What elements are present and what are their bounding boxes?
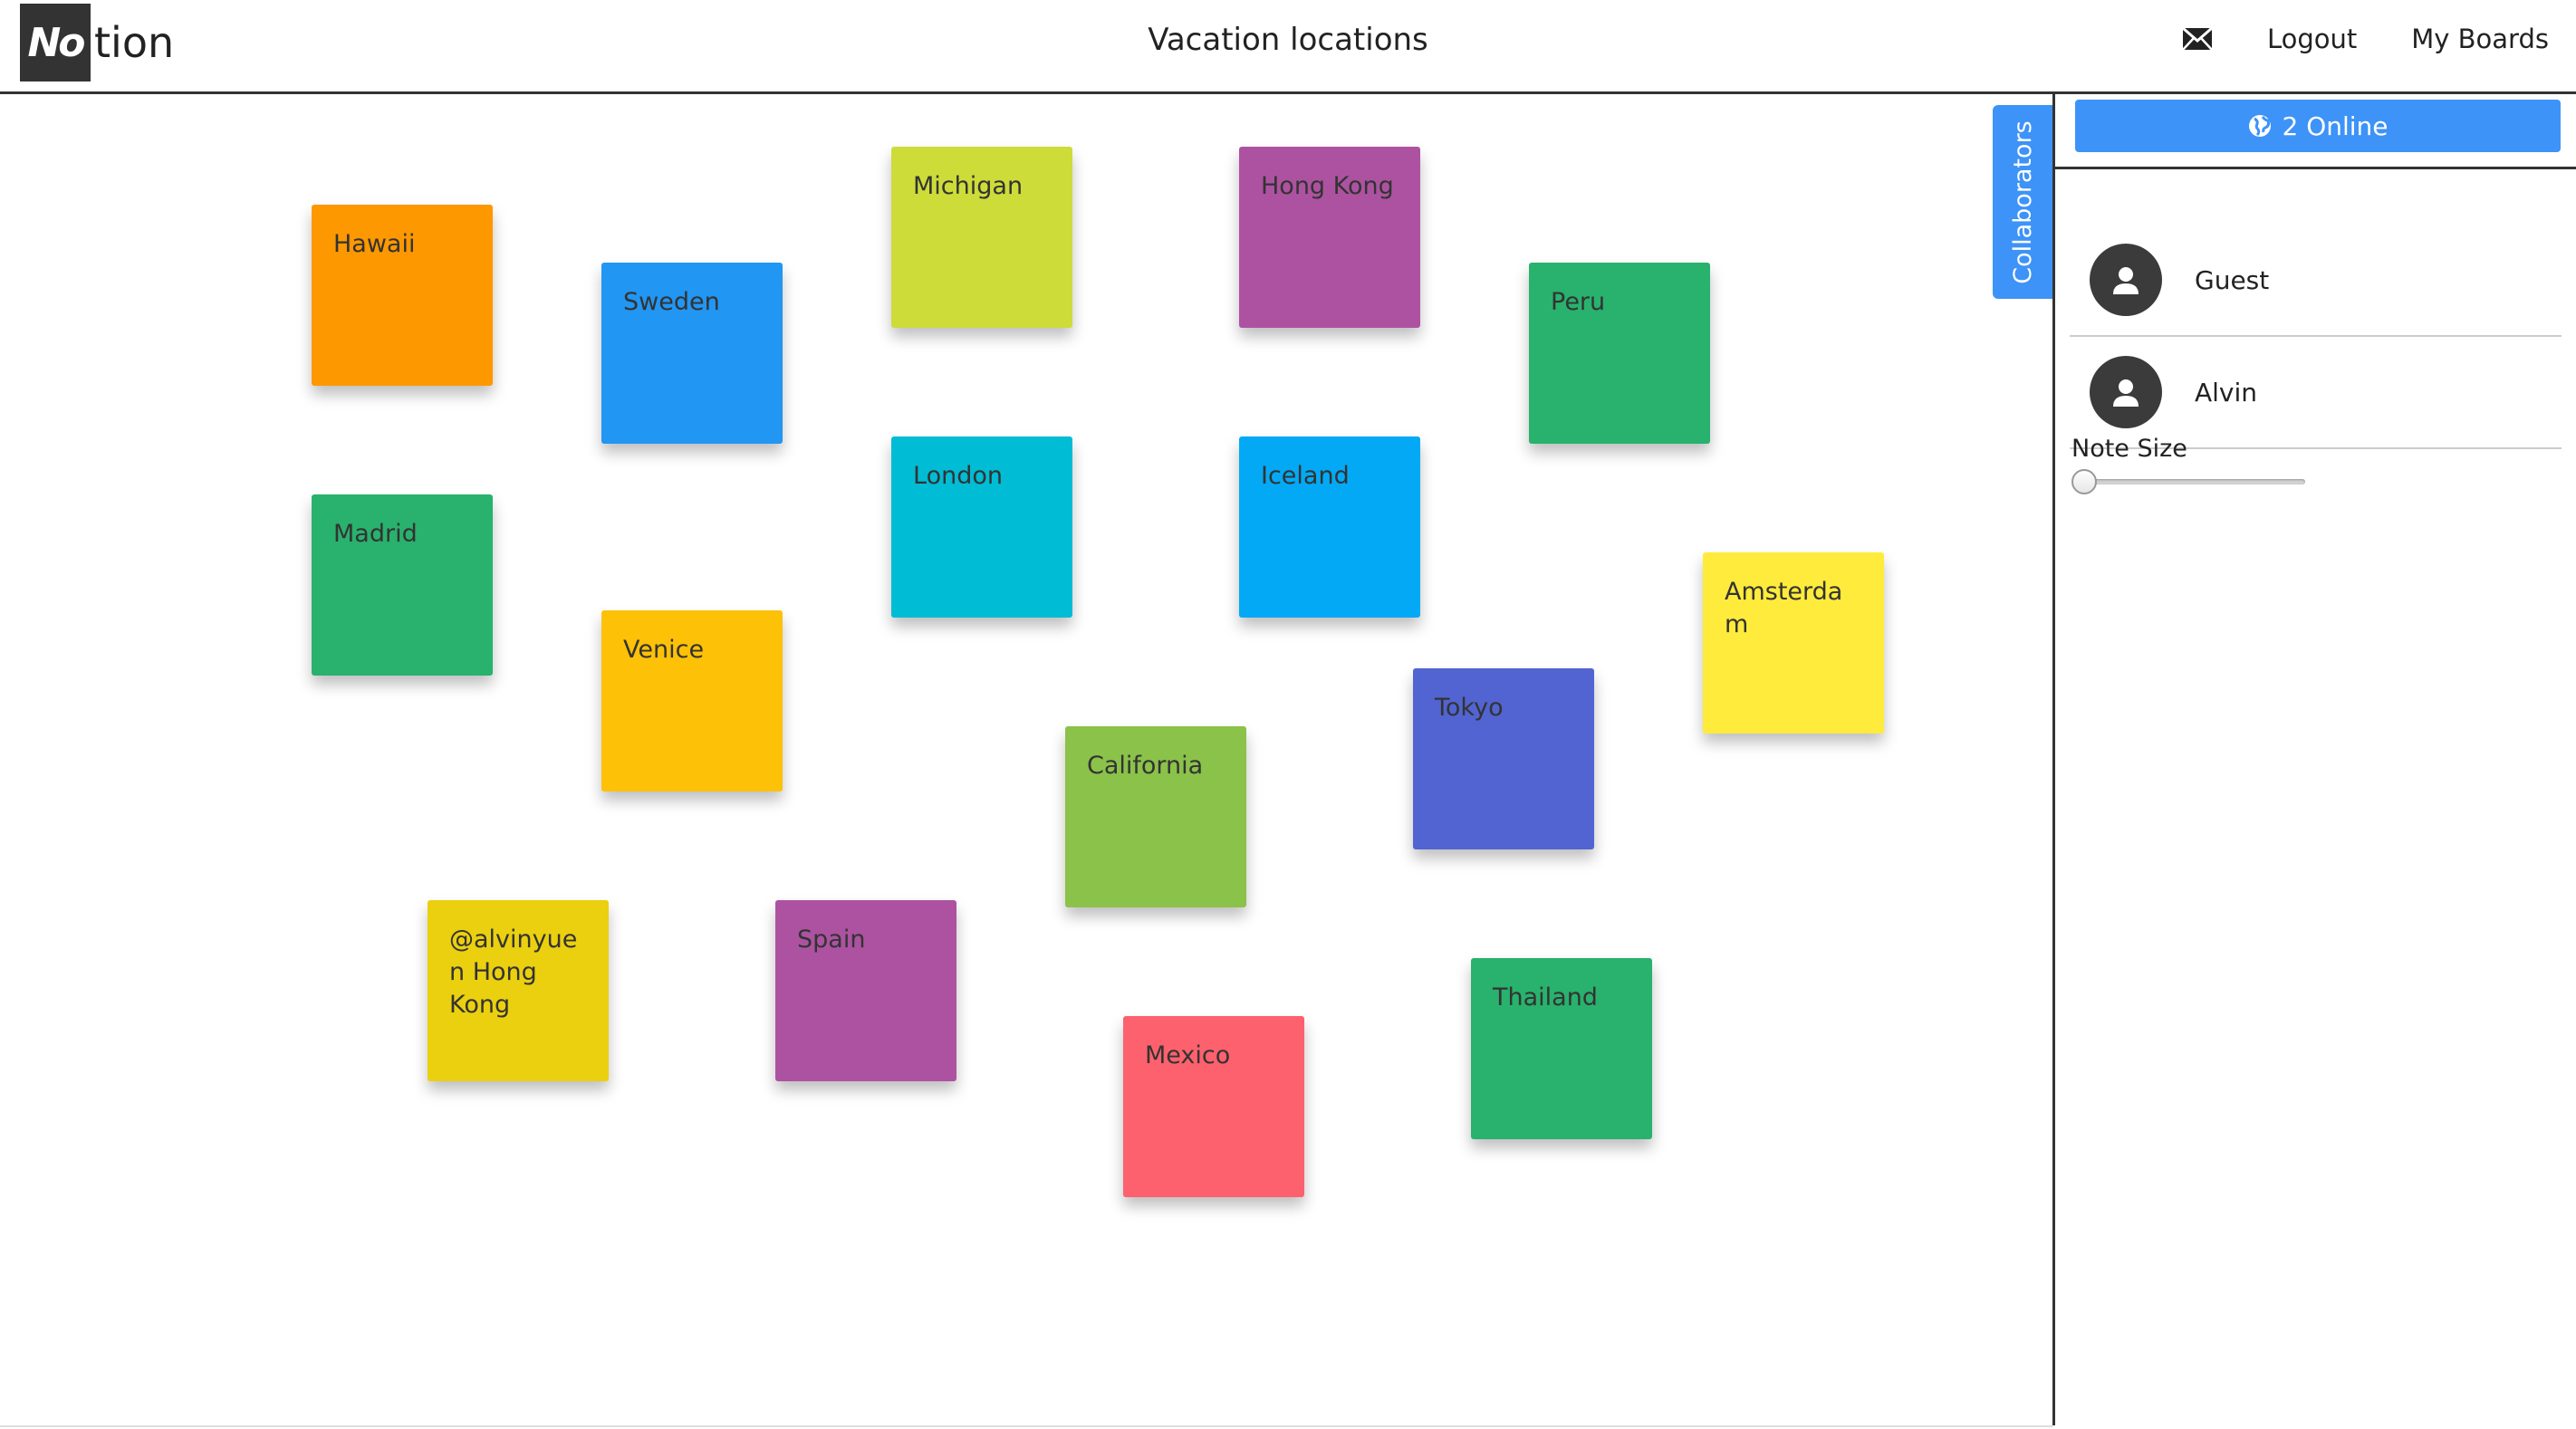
note-text: Iceland — [1261, 462, 1350, 490]
sticky-note[interactable]: Venice — [601, 610, 783, 791]
online-count-button[interactable]: 2 Online — [2075, 100, 2561, 152]
note-text: Sweden — [623, 288, 720, 316]
sticky-note[interactable]: Michigan — [891, 147, 1072, 328]
collaborator-row: Guest — [2070, 225, 2562, 337]
sticky-note[interactable]: California — [1065, 726, 1246, 907]
sticky-note[interactable]: London — [891, 436, 1072, 618]
sticky-note[interactable]: Mexico — [1123, 1016, 1304, 1197]
note-text: Spain — [797, 925, 866, 954]
note-text: Tokyo — [1435, 694, 1504, 722]
note-text: Mexico — [1145, 1041, 1231, 1069]
note-text: @alvinyuen Hong Kong — [449, 925, 578, 1019]
my-boards-link[interactable]: My Boards — [2411, 24, 2549, 54]
note-text: Thailand — [1493, 983, 1598, 1012]
logo-mark: No — [20, 4, 91, 82]
sticky-note[interactable]: Peru — [1529, 263, 1710, 444]
note-text: Hong Kong — [1261, 172, 1394, 200]
note-text: California — [1087, 752, 1204, 780]
note-size-slider-thumb[interactable] — [2071, 469, 2097, 494]
user-avatar-icon — [2090, 356, 2162, 428]
globe-icon — [2249, 115, 2272, 137]
sticky-note[interactable]: Thailand — [1471, 958, 1652, 1139]
online-count-label: 2 Online — [2282, 110, 2389, 141]
note-text: London — [913, 462, 1003, 490]
collaborator-name: Guest — [2195, 264, 2270, 295]
logo-text: tion — [94, 18, 175, 67]
note-text: Peru — [1551, 288, 1606, 316]
board-canvas[interactable]: Hawaii Sweden Michigan Hong Kong Peru Ma… — [0, 94, 2052, 1425]
note-text: Michigan — [913, 172, 1024, 200]
collaborator-name: Alvin — [2195, 377, 2258, 408]
collaborators-panel: 2 Online Guest Alvin Note Size — [2055, 94, 2576, 1425]
sticky-note[interactable]: Spain — [775, 900, 956, 1081]
sticky-note[interactable]: @alvinyuen Hong Kong — [428, 900, 609, 1081]
top-navbar: No tion Vacation locations Logout My Boa… — [0, 0, 2576, 94]
user-avatar-icon — [2090, 244, 2162, 316]
note-text: Madrid — [333, 520, 418, 548]
note-text: Amsterdam — [1725, 578, 1843, 638]
mail-icon[interactable] — [2181, 26, 2213, 51]
note-text: Venice — [623, 636, 705, 664]
note-size-slider-track[interactable] — [2073, 479, 2305, 484]
note-text: Hawaii — [333, 230, 416, 258]
sticky-note[interactable]: Amsterdam — [1703, 552, 1884, 734]
note-size-label: Note Size — [2071, 435, 2187, 463]
board-bottom-border — [0, 1425, 2052, 1427]
sticky-note[interactable]: Iceland — [1239, 436, 1420, 618]
app-logo[interactable]: No tion — [20, 4, 174, 82]
collaborator-row: Alvin — [2070, 337, 2562, 449]
sticky-note[interactable]: Hong Kong — [1239, 147, 1420, 328]
logout-link[interactable]: Logout — [2267, 24, 2357, 54]
collaborators-tab-label: Collaborators — [2008, 120, 2037, 284]
sticky-note[interactable]: Sweden — [601, 263, 783, 444]
sticky-note[interactable]: Madrid — [312, 494, 493, 676]
panel-separator — [2055, 167, 2576, 169]
collaborators-tab[interactable]: Collaborators — [1993, 105, 2052, 299]
sticky-note[interactable]: Hawaii — [312, 205, 493, 386]
nav-links: Logout My Boards — [2181, 24, 2549, 54]
sticky-note[interactable]: Tokyo — [1413, 668, 1594, 849]
